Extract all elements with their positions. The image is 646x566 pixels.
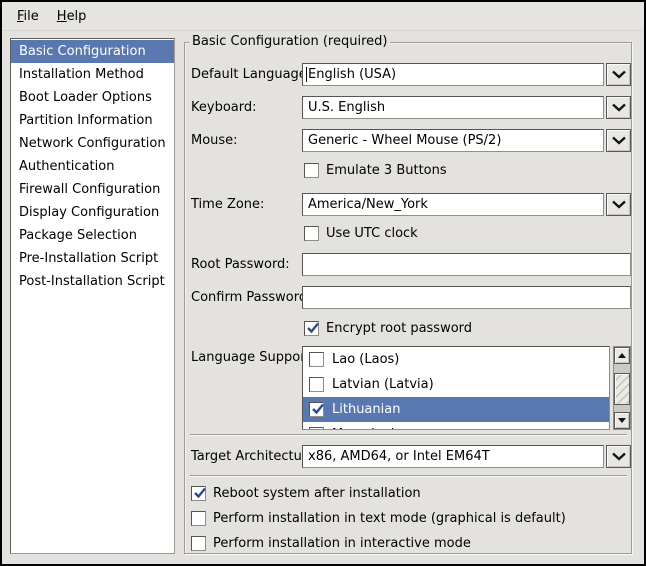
reboot-checkbox-row[interactable]: Reboot system after installation [191,485,421,502]
text-mode-label: Perform installation in text mode (graph… [213,511,566,526]
sidebar-item-authentication[interactable]: Authentication [11,155,174,178]
sidebar-item-post-installation-script[interactable]: Post-Installation Script [11,270,174,293]
interactive-mode-label: Perform installation in interactive mode [213,536,471,551]
language-option-checkbox[interactable] [309,352,324,367]
target-architecture-combobox[interactable]: x86, AMD64, or Intel EM64T [302,445,631,468]
language-option-label: Macedonian [332,427,411,430]
arrow-down-icon [618,418,626,423]
reboot-checkbox[interactable] [191,486,206,501]
menu-file-rest: ile [24,9,39,24]
scroll-up-button[interactable] [614,347,630,364]
chevron-down-icon [611,103,627,112]
text-cursor [306,67,307,82]
keyboard-entry[interactable]: U.S. English [302,96,604,119]
default-language-label: Default Language: [191,63,311,86]
arrow-up-icon [618,353,626,358]
sidebar-item-firewall-configuration[interactable]: Firewall Configuration [11,178,174,201]
use-utc-checkbox[interactable] [304,226,319,241]
emulate-3-buttons-checkbox[interactable] [304,163,319,178]
time-zone-combobox[interactable]: America/New_York [302,193,631,216]
text-mode-checkbox[interactable] [191,511,206,526]
confirm-password-field[interactable] [302,286,631,309]
separator [190,475,627,477]
language-option-checkbox[interactable] [309,377,324,392]
menu-file[interactable]: File [8,5,48,28]
chevron-down-icon [611,70,627,79]
scrollbar-thumb[interactable] [614,373,630,405]
encrypt-password-checkbox-row[interactable]: Encrypt root password [304,320,472,337]
language-option-macedonian[interactable]: Macedonian [303,422,609,430]
language-support-scrollbar[interactable] [613,346,631,430]
default-language-value: English (USA) [308,67,396,82]
language-option-label: Lithuanian [332,402,400,417]
root-password-label: Root Password: [191,253,290,276]
language-option-lithuanian[interactable]: Lithuanian [303,397,609,422]
language-option-latvian-latvia[interactable]: Latvian (Latvia) [303,372,609,397]
language-option-label: Latvian (Latvia) [332,377,434,392]
use-utc-checkbox-row[interactable]: Use UTC clock [304,225,418,242]
emulate-3-buttons-checkbox-row[interactable]: Emulate 3 Buttons [304,162,447,179]
chevron-down-icon [611,452,627,461]
sidebar-item-network-configuration[interactable]: Network Configuration [11,132,174,155]
keyboard-dropdown-button[interactable] [606,96,631,119]
language-option-label: Lao (Laos) [332,352,399,367]
time-zone-entry[interactable]: America/New_York [302,193,604,216]
mouse-dropdown-button[interactable] [606,129,631,152]
mouse-value: Generic - Wheel Mouse (PS/2) [308,133,501,148]
target-architecture-value: x86, AMD64, or Intel EM64T [308,449,490,464]
checkmark-icon [310,401,326,417]
mouse-combobox[interactable]: Generic - Wheel Mouse (PS/2) [302,129,631,152]
target-architecture-entry[interactable]: x86, AMD64, or Intel EM64T [302,445,604,468]
time-zone-dropdown-button[interactable] [606,193,631,216]
menu-bar: File Help [2,2,644,31]
reboot-label: Reboot system after installation [213,486,421,501]
language-option-checkbox[interactable] [309,427,324,430]
default-language-dropdown-button[interactable] [606,63,631,86]
target-architecture-label: Target Architecture: [191,445,319,468]
checkmark-icon [192,485,208,501]
kickstart-configurator-window: File Help Basic ConfigurationInstallatio… [0,0,646,566]
encrypt-password-checkbox[interactable] [304,321,319,336]
sidebar-item-basic-configuration[interactable]: Basic Configuration [11,40,174,63]
sidebar-item-partition-information[interactable]: Partition Information [11,109,174,132]
mouse-label: Mouse: [191,129,238,152]
checkmark-icon [305,320,321,336]
root-password-field[interactable] [302,253,631,276]
encrypt-password-label: Encrypt root password [326,321,472,336]
time-zone-value: America/New_York [308,197,428,212]
default-language-combobox[interactable]: English (USA) [302,63,631,86]
sidebar-item-display-configuration[interactable]: Display Configuration [11,201,174,224]
scroll-down-button[interactable] [614,412,630,429]
keyboard-combobox[interactable]: U.S. English [302,96,631,119]
time-zone-label: Time Zone: [191,193,264,216]
chevron-down-icon [611,200,627,209]
confirm-password-label: Confirm Password: [191,286,311,309]
interactive-mode-checkbox-row[interactable]: Perform installation in interactive mode [191,535,471,552]
menu-help-accel: H [57,9,67,24]
menu-help-rest: elp [67,9,87,24]
target-architecture-dropdown-button[interactable] [606,445,631,468]
sidebar-item-installation-method[interactable]: Installation Method [11,63,174,86]
sidebar-item-boot-loader-options[interactable]: Boot Loader Options [11,86,174,109]
language-support-label: Language Support: [191,346,315,369]
language-option-checkbox[interactable] [309,402,324,417]
basic-configuration-panel: Basic Configuration (required) Default L… [184,42,632,554]
separator [190,434,627,436]
language-option-lao-laos[interactable]: Lao (Laos) [303,347,609,372]
chevron-down-icon [611,136,627,145]
menu-help[interactable]: Help [48,5,96,28]
use-utc-label: Use UTC clock [326,226,418,241]
sidebar-item-package-selection[interactable]: Package Selection [11,224,174,247]
keyboard-label: Keyboard: [191,96,257,119]
mouse-entry[interactable]: Generic - Wheel Mouse (PS/2) [302,129,604,152]
default-language-entry[interactable]: English (USA) [302,63,604,86]
language-support-list[interactable]: Lao (Laos) Latvian (Latvia) Lithuanian Mace… [302,346,610,430]
text-mode-checkbox-row[interactable]: Perform installation in text mode (graph… [191,510,566,527]
sidebar-item-pre-installation-script[interactable]: Pre-Installation Script [11,247,174,270]
keyboard-value: U.S. English [308,100,385,115]
frame-title: Basic Configuration (required) [189,34,390,49]
interactive-mode-checkbox[interactable] [191,536,206,551]
emulate-3-buttons-label: Emulate 3 Buttons [326,163,447,178]
section-list: Basic ConfigurationInstallation MethodBo… [10,38,175,554]
